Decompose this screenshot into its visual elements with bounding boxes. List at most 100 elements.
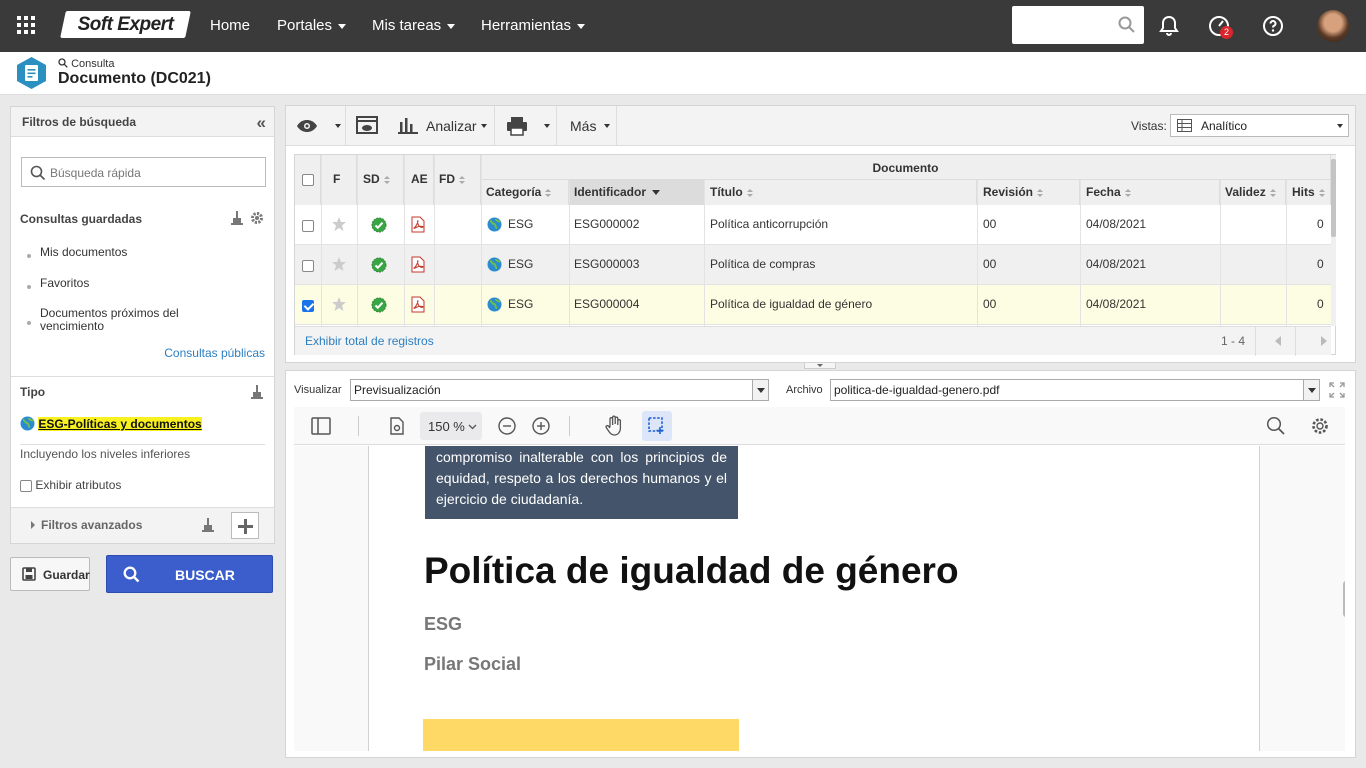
preview-window-icon[interactable] [356, 116, 378, 136]
nav-home[interactable]: Home [210, 0, 250, 52]
softexpert-logo[interactable]: Soft Expert [60, 11, 191, 38]
show-total-link[interactable]: Exhibir total de registros [305, 334, 434, 348]
select-all-checkbox[interactable] [302, 174, 314, 186]
print-dropdown-button[interactable] [506, 106, 552, 146]
col-hits[interactable]: Hits [1286, 180, 1331, 205]
pdf-file-icon[interactable] [410, 296, 426, 313]
pdf-toolbar: 150 % [294, 407, 1345, 445]
divider [1295, 327, 1296, 356]
col-revision[interactable]: Revisión [977, 180, 1080, 205]
row-checkbox[interactable] [302, 300, 314, 312]
globe-icon [20, 416, 35, 431]
quick-search-input[interactable]: Búsqueda rápida [21, 157, 266, 187]
nav-herramientas[interactable]: Herramientas [481, 0, 586, 52]
search-button[interactable]: BUSCAR [106, 555, 273, 593]
user-avatar[interactable] [1317, 10, 1349, 42]
dropdown-button[interactable] [752, 380, 768, 400]
more-dropdown-button[interactable]: Más [570, 106, 615, 146]
zoom-select[interactable]: 150 % [420, 412, 482, 440]
views-label: Vistas: [1131, 119, 1167, 133]
collapse-panel-icon[interactable]: « [257, 113, 267, 133]
row-checkbox[interactable] [302, 220, 314, 232]
view-dropdown-button[interactable] [296, 106, 344, 146]
pdf-canvas[interactable]: compromiso inalterable con los principio… [294, 446, 1345, 751]
col-category[interactable]: Categoría [481, 180, 569, 205]
checkbox[interactable] [20, 479, 32, 492]
nav-portales[interactable]: Portales [277, 0, 347, 52]
selection-tool-button[interactable] [642, 411, 672, 441]
divider [616, 106, 617, 146]
page-fit-icon[interactable] [389, 417, 405, 435]
status-ok-icon [371, 257, 387, 273]
sort-icon [746, 188, 753, 197]
table-scrollbar-thumb[interactable] [1331, 159, 1336, 237]
add-filter-button[interactable] [231, 512, 259, 539]
splitter-handle[interactable] [804, 363, 836, 369]
pdf-file-icon[interactable] [410, 256, 426, 273]
visualize-select[interactable]: Previsualización [350, 379, 769, 401]
globe-icon [487, 217, 502, 232]
previous-page-icon[interactable] [1275, 336, 1281, 346]
col-sd[interactable]: SD [357, 155, 404, 205]
pdf-file-icon[interactable] [410, 216, 426, 233]
show-attributes-checkbox[interactable]: Exhibir atributos [20, 478, 121, 492]
table-row-selected[interactable]: ESG ESG000004 Política de igualdad de gé… [295, 285, 1331, 325]
hand-tool-icon[interactable] [604, 415, 624, 437]
page-title: Documento (DC021) [58, 70, 211, 87]
expand-icon[interactable] [1329, 382, 1345, 398]
saved-query-proximos-vencimiento[interactable]: Documentos próximos del vencimiento [40, 307, 205, 333]
global-search-input[interactable] [1012, 6, 1144, 44]
col-fd[interactable]: FD [434, 155, 481, 205]
apps-grid-icon[interactable] [17, 16, 37, 36]
pdf-scrollbar-thumb[interactable] [1343, 581, 1345, 617]
divider [1220, 180, 1221, 326]
dropdown-button[interactable] [1303, 380, 1319, 400]
col-date[interactable]: Fecha [1080, 180, 1220, 205]
sort-icon [1269, 188, 1276, 197]
broom-icon[interactable] [202, 518, 214, 532]
broom-icon[interactable] [251, 385, 263, 399]
col-title[interactable]: Título [704, 180, 977, 205]
row-checkbox[interactable] [302, 260, 314, 272]
analyze-dropdown-button[interactable]: Analizar [396, 106, 490, 146]
table-scrollbar-track[interactable] [1331, 155, 1336, 326]
analyze-label: Analizar [426, 118, 477, 134]
nav-mis-tareas[interactable]: Mis tareas [372, 0, 456, 52]
saved-query-mis-documentos[interactable]: Mis documentos [40, 246, 127, 259]
public-queries-link[interactable]: Consultas públicas [164, 346, 265, 360]
views-select[interactable]: Analítico [1170, 114, 1349, 137]
table-row[interactable]: ESG ESG000003 Política de compras 00 04/… [295, 245, 1331, 285]
zoom-in-icon[interactable] [531, 416, 551, 436]
sort-icon [1037, 188, 1044, 197]
zoom-out-icon[interactable] [497, 416, 517, 436]
star-icon[interactable] [331, 216, 347, 232]
search-icon[interactable] [1266, 416, 1286, 436]
save-query-button[interactable]: Guardar [10, 557, 90, 591]
saved-query-favoritos[interactable]: Favoritos [40, 277, 89, 290]
divider [481, 155, 482, 326]
divider [1286, 180, 1287, 326]
help-icon[interactable] [1261, 14, 1285, 38]
col-ae[interactable]: AE [404, 155, 434, 205]
next-page-icon[interactable] [1321, 336, 1327, 346]
gear-icon[interactable] [250, 211, 264, 225]
search-filters-panel: Filtros de búsqueda « Búsqueda rápida Co… [10, 106, 275, 544]
advanced-filters-bar[interactable]: Filtros avanzados [11, 508, 274, 543]
bell-icon[interactable] [1157, 14, 1181, 38]
broom-icon[interactable] [231, 211, 243, 225]
file-select[interactable]: politica-de-igualdad-genero.pdf [830, 379, 1320, 401]
table-row[interactable]: ESG ESG000002 Política anticorrupción 00… [295, 205, 1331, 245]
selected-type[interactable]: ESG-Políticas y documentos [20, 416, 202, 431]
pdf-yellow-block [423, 719, 739, 751]
sidebar-toggle-icon[interactable] [311, 417, 331, 435]
gear-icon[interactable] [1310, 416, 1330, 436]
star-icon[interactable] [331, 256, 347, 272]
chevron-right-icon [31, 521, 35, 529]
col-validity[interactable]: Validez [1220, 180, 1286, 205]
col-identifier[interactable]: Identificador [569, 180, 704, 205]
col-f[interactable]: F [321, 155, 357, 205]
zoom-value: 150 % [428, 419, 465, 434]
save-label: Guardar [43, 568, 90, 582]
star-icon[interactable] [331, 296, 347, 312]
chevron-down-icon [335, 124, 341, 128]
